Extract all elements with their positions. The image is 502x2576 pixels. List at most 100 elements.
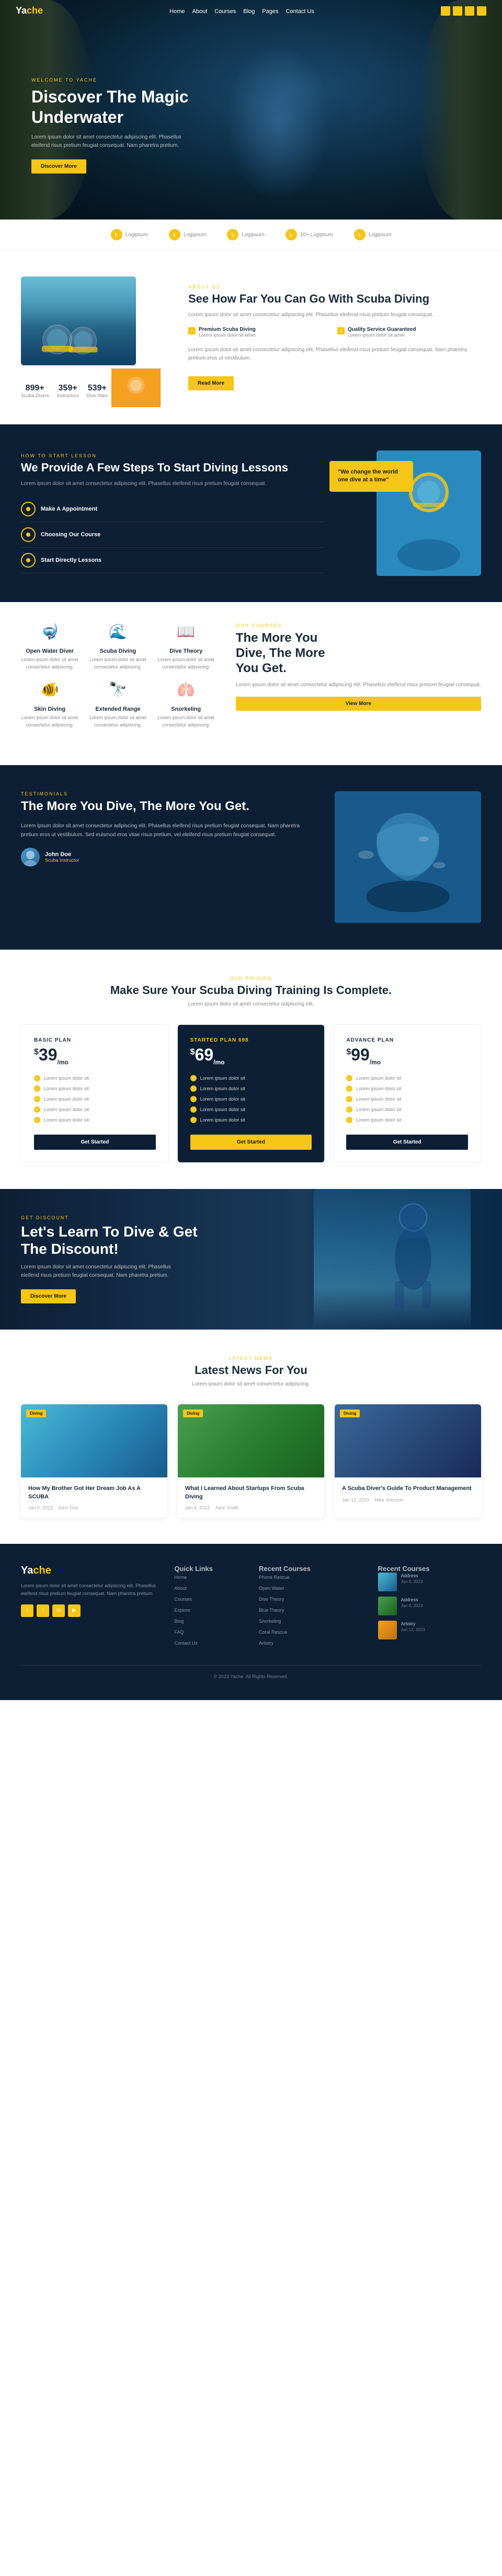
course-name: Open Water Diver <box>21 648 78 654</box>
nav-item[interactable]: About <box>192 7 208 15</box>
how-far-small-image <box>110 367 162 409</box>
footer-course-item[interactable]: Open Water <box>259 1584 362 1591</box>
diver-illustration <box>366 1191 460 1326</box>
logo-icon: L <box>227 229 238 240</box>
pricing-features: ✓Lorem ipsum dolor sit ✓Lorem ipsum dolor… <box>346 1073 468 1125</box>
footer-course-item[interactable]: Artistry <box>259 1638 362 1646</box>
social-icon-3[interactable] <box>465 6 474 16</box>
news-card[interactable]: Diving A Scuba Diver's Guide To Product … <box>335 1404 481 1518</box>
plan-cta-button[interactable]: Get Started <box>346 1135 468 1150</box>
author-avatar <box>21 848 40 867</box>
footer-social-tw[interactable]: t <box>37 1604 49 1617</box>
footer-course-item[interactable]: Phone Rescue <box>259 1573 362 1580</box>
footer-social-yt[interactable]: ▶ <box>68 1604 81 1617</box>
check-icon: ✓ <box>34 1085 40 1092</box>
how-far-cta-button[interactable]: Read More <box>188 376 234 390</box>
check-icon: ✓ <box>346 1075 352 1081</box>
how-far-main-image <box>21 276 136 365</box>
logo-item: L10+ Logipsum <box>286 229 333 240</box>
nav-item[interactable]: Courses <box>214 7 236 15</box>
check-icon: ✓ <box>190 1106 197 1113</box>
footer-recent-title: Recent Courses <box>378 1565 482 1573</box>
footer-course-item[interactable]: Blue Theory <box>259 1605 362 1613</box>
course-icon: 📖 <box>176 623 197 644</box>
footer-link-item[interactable]: Courses <box>174 1595 243 1602</box>
pricing-card: Basic Plan $39/mo ✓Lorem ipsum dolor sit… <box>21 1024 169 1162</box>
steps-desc: Lorem ipsum dolor sit amet consectetur a… <box>21 480 324 488</box>
footer-social: f t in ▶ <box>21 1604 158 1617</box>
logo-label: Logipsum <box>126 232 148 238</box>
testimonial-text: Lorem ipsum dolor sit amet consectetur a… <box>21 822 314 839</box>
pricing-feature: ✓Lorem ipsum dolor sit <box>190 1104 312 1115</box>
footer-news-item[interactable]: Artistry Jan 12, 2023 <box>378 1621 482 1639</box>
news-meta: Jan 8, 2023 Jane Smith <box>185 1505 317 1510</box>
footer-course-item[interactable]: Coral Rescue <box>259 1627 362 1635</box>
pricing-feature: ✓Lorem ipsum dolor sit <box>34 1083 156 1094</box>
logo-item: LLogipsum <box>227 229 264 240</box>
logo-label: 10+ Logipsum <box>300 232 333 238</box>
navbar: Yache Home About Courses Blog Pages Contact U… <box>0 0 502 21</box>
footer-link-item[interactable]: Explore <box>174 1605 243 1613</box>
courses-section: 🤿Open Water DiverLorem ipsum dolor sit a… <box>0 602 502 765</box>
courses-grid: 🤿Open Water DiverLorem ipsum dolor sit a… <box>21 623 215 729</box>
footer-link-item[interactable]: Contact Us <box>174 1638 243 1646</box>
course-card[interactable]: 🫁SnorkelingLorem ipsum dolor sit amet co… <box>157 681 215 729</box>
footer-social-ig[interactable]: in <box>52 1604 65 1617</box>
stat-number: 899+ <box>21 384 49 393</box>
news-badge: Diving <box>340 1410 360 1417</box>
nav-item[interactable]: Pages <box>262 7 278 15</box>
how-far-title: See How Far You Can Go With Scuba Diving <box>188 292 481 306</box>
how-far-images: 899+Scuba Divers359+Instructors539+Dive … <box>21 276 167 398</box>
pricing-feature: ✓Lorem ipsum dolor sit <box>34 1094 156 1104</box>
nav-item[interactable]: Home <box>169 7 185 15</box>
pricing-features: ✓Lorem ipsum dolor sit ✓Lorem ipsum dolor… <box>190 1073 312 1125</box>
plan-cta-button[interactable]: Get Started <box>190 1135 312 1150</box>
courses-cta-button[interactable]: View More <box>236 697 481 711</box>
news-card[interactable]: Diving How My Brother Got Her Dream Job … <box>21 1404 167 1518</box>
discount-cta-button[interactable]: Discover More <box>21 1289 76 1303</box>
course-icon: 🌊 <box>107 623 128 644</box>
course-card[interactable]: 🔭Extended RangeLorem ipsum dolor sit ame… <box>89 681 146 729</box>
logo-icon: L <box>354 229 366 240</box>
footer-course-item[interactable]: Dive Theory <box>259 1595 362 1602</box>
pricing-feature: ✓Lorem ipsum dolor sit <box>346 1094 468 1104</box>
course-card[interactable]: 🌊Scuba DivingLorem ipsum dolor sit amet … <box>89 623 146 671</box>
navbar-logo[interactable]: Yache <box>16 5 43 16</box>
course-icon: 🤿 <box>39 623 60 644</box>
check-icon: ✓ <box>190 1085 197 1092</box>
check-icon: ✓ <box>346 1106 352 1113</box>
pricing-feature: ✓Lorem ipsum dolor sit <box>346 1115 468 1125</box>
pricing-feature: ✓Lorem ipsum dolor sit <box>190 1083 312 1094</box>
logo-text: Ya <box>16 5 27 16</box>
footer-link-item[interactable]: FAQ <box>174 1627 243 1635</box>
social-icon-1[interactable] <box>441 6 450 16</box>
nav-item[interactable]: Blog <box>243 7 255 15</box>
hero-cta-button[interactable]: Discover More <box>31 159 86 174</box>
footer-link-item[interactable]: Blog <box>174 1616 243 1624</box>
social-icon-4[interactable] <box>477 6 486 16</box>
nav-item[interactable]: Contact Us <box>286 7 314 15</box>
news-meta: Jan 5, 2023 John Doe <box>28 1505 160 1510</box>
social-icon-2[interactable] <box>453 6 462 16</box>
author-name: John Doe <box>45 851 79 858</box>
course-card[interactable]: 🤿Open Water DiverLorem ipsum dolor sit a… <box>21 623 78 671</box>
news-image: Diving <box>21 1404 167 1477</box>
course-card[interactable]: 📖Dive TheoryLorem ipsum dolor sit amet c… <box>157 623 215 671</box>
footer-social-fb[interactable]: f <box>21 1604 33 1617</box>
footer-link-item[interactable]: About <box>174 1584 243 1591</box>
logos-strip: LLogipsumLLogipsumLLogipsumL10+ Logipsum… <box>0 220 502 250</box>
plan-cta-button[interactable]: Get Started <box>34 1135 156 1150</box>
step-item: Start Directly Lessons <box>21 548 324 573</box>
testimonial-content: TESTIMONIALS The More You Dive, The More… <box>21 791 314 923</box>
course-name: Scuba Diving <box>89 648 146 654</box>
footer-link-item[interactable]: Home <box>174 1573 243 1580</box>
discount-content: GET DISCOUNT Let's Learn To Dive & Get T… <box>21 1215 204 1303</box>
news-section: LATEST NEWS Latest News For You Lorem ip… <box>0 1330 502 1544</box>
news-card[interactable]: Diving What I Learned About Startups Fro… <box>178 1404 324 1518</box>
news-title: A Scuba Diver's Guide To Product Managem… <box>342 1485 474 1493</box>
footer-news-item[interactable]: Address Jan 8, 2023 <box>378 1597 482 1615</box>
course-card[interactable]: 🐠Skin DivingLorem ipsum dolor sit amet c… <box>21 681 78 729</box>
footer-news-item[interactable]: Address Jan 5, 2023 <box>378 1573 482 1591</box>
footer-course-item[interactable]: Snorkeling <box>259 1616 362 1624</box>
pricing-card: Started Plan 698 $69/mo ✓Lorem ipsum dol… <box>177 1024 325 1162</box>
